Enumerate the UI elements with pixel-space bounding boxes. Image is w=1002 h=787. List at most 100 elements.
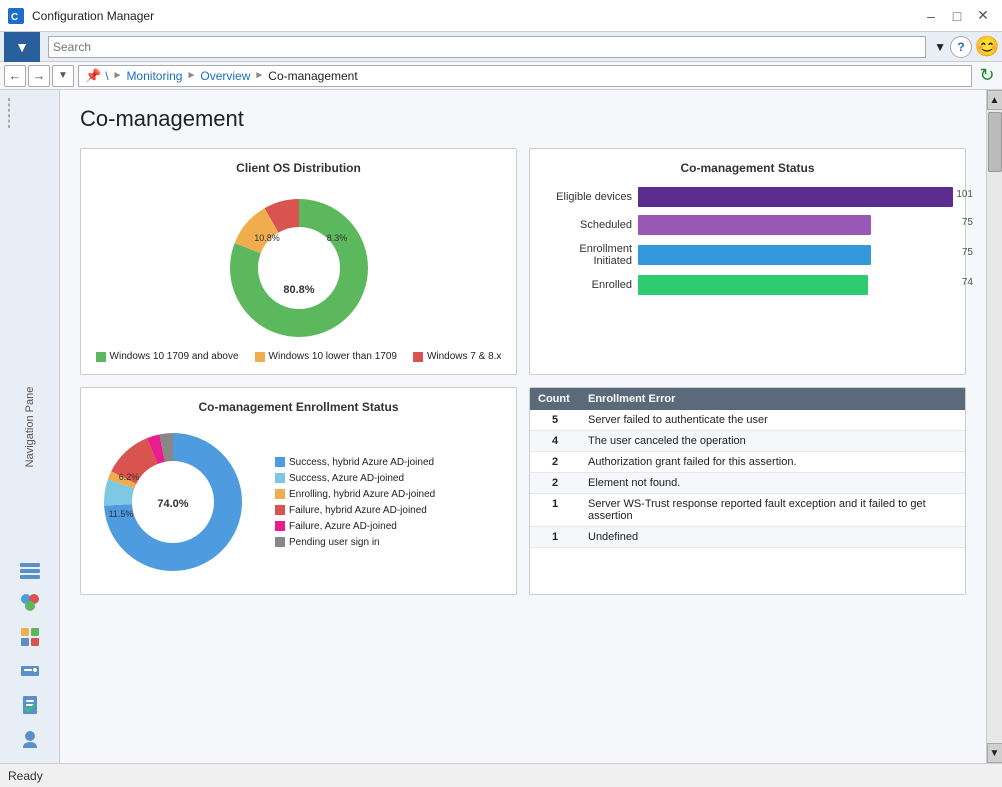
breadcrumb-sep-1: ► (113, 70, 123, 81)
refresh-button[interactable]: ↻ (976, 65, 998, 87)
back-button[interactable]: ← (4, 65, 26, 87)
bar-fill-eligible (638, 187, 953, 207)
error-desc-6: Undefined (580, 527, 965, 548)
breadcrumb-monitoring[interactable]: Monitoring (126, 69, 182, 83)
legend-label-win10-below: Windows 10 lower than 1709 (269, 351, 397, 362)
svg-text:C: C (11, 12, 18, 23)
close-button[interactable]: ✕ (972, 7, 994, 25)
content-row: Co-management Client OS Distribution (60, 90, 1002, 763)
search-input[interactable] (53, 40, 921, 54)
comanagement-status-card: Co-management Status Eligible devices 10… (529, 148, 966, 375)
legend-dot-pending-signin (275, 537, 285, 547)
legend-dot-success-hybrid (275, 457, 285, 467)
dashboard-grid: Client OS Distribution 80.8% (80, 148, 966, 595)
page-title: Co-management (80, 106, 966, 132)
comanagement-status-title: Co-management Status (542, 161, 953, 175)
bar-row-enrolled: Enrolled 74 (542, 275, 953, 295)
error-table-header-error: Enrollment Error (580, 388, 965, 410)
client-os-donut-container: 80.8% 10.8% 8.3% Windows 10 1709 and abo… (93, 183, 504, 362)
enrollment-status-title: Co-management Enrollment Status (93, 400, 504, 414)
nav-icon-4[interactable] (14, 657, 46, 685)
legend-success-azure: Success, Azure AD-joined (275, 473, 435, 484)
bar-fill-scheduled (638, 215, 871, 235)
app-icon: C (8, 8, 24, 24)
nav-icon-1[interactable] (14, 555, 46, 583)
legend-label-failure-azure: Failure, Azure AD-joined (289, 521, 397, 532)
status-bar: Ready (0, 763, 1002, 787)
toolbar-blue-area: ▼ (4, 32, 40, 62)
nav-icon-6[interactable] (14, 725, 46, 753)
forward-button[interactable]: → (28, 65, 50, 87)
search-area[interactable] (48, 36, 926, 58)
pin-icon: 📌 (85, 68, 101, 84)
maximize-button[interactable]: □ (946, 7, 968, 25)
bar-row-enrollment-initiated: EnrollmentInitiated 75 (542, 243, 953, 267)
nav-icons (14, 555, 46, 753)
breadcrumb-overview[interactable]: Overview (200, 69, 250, 83)
svg-text:6.2%: 6.2% (119, 472, 140, 482)
table-row[interactable]: 1 Undefined (530, 527, 965, 548)
error-count-2: 4 (530, 431, 580, 452)
table-row[interactable]: 4 The user canceled the operation (530, 431, 965, 452)
table-row[interactable]: 2 Authorization grant failed for this as… (530, 452, 965, 473)
legend-label-success-hybrid: Success, hybrid Azure AD-joined (289, 457, 434, 468)
bar-fill-enrolled (638, 275, 868, 295)
legend-win10-below: Windows 10 lower than 1709 (255, 351, 397, 362)
error-desc-5: Server WS-Trust response reported fault … (580, 494, 965, 527)
minimize-button[interactable]: – (920, 7, 942, 25)
bar-value-enrollment-initiated: 75 (962, 247, 973, 258)
table-row[interactable]: 1 Server WS-Trust response reported faul… (530, 494, 965, 527)
window-title: Configuration Manager (32, 9, 912, 23)
bar-value-enrolled: 74 (962, 277, 973, 288)
legend-label-failure-hybrid: Failure, hybrid Azure AD-joined (289, 505, 427, 516)
error-count-3: 2 (530, 452, 580, 473)
dropdown-arrow-icon[interactable]: ▼ (934, 40, 946, 54)
title-bar: C Configuration Manager – □ ✕ (0, 0, 1002, 32)
scroll-thumb[interactable] (988, 112, 1002, 172)
main-layout: Navigation Pane Co-management (0, 90, 1002, 763)
bar-fill-enrollment-initiated (638, 245, 871, 265)
error-table-header-row: Count Enrollment Error (530, 388, 965, 410)
legend-label-success-azure: Success, Azure AD-joined (289, 473, 404, 484)
table-row[interactable]: 2 Element not found. (530, 473, 965, 494)
toolbar-icons: ▼ ? 😊 (934, 36, 998, 58)
scroll-up-button[interactable]: ▲ (987, 90, 1002, 110)
nav-dropdown-button[interactable]: ▼ (52, 65, 74, 87)
legend-failure-azure: Failure, Azure AD-joined (275, 521, 435, 532)
help-button[interactable]: ? (950, 36, 972, 58)
enrollment-chart-container: 74.0% 6.2% 11.5% Success, hybrid Azure A… (93, 422, 504, 582)
breadcrumb-path: 📌 \ ► Monitoring ► Overview ► Co-managem… (78, 65, 972, 87)
nav-icon-3[interactable] (14, 623, 46, 651)
table-row[interactable]: 5 Server failed to authenticate the user (530, 410, 965, 431)
error-count-4: 2 (530, 473, 580, 494)
client-os-distribution-card: Client OS Distribution 80.8% (80, 148, 517, 375)
svg-text:80.8%: 80.8% (283, 284, 314, 296)
legend-win7: Windows 7 & 8.x (413, 351, 501, 362)
legend-dot-yellow (255, 352, 265, 362)
nav-icon-2[interactable] (14, 589, 46, 617)
svg-text:8.3%: 8.3% (326, 233, 347, 243)
bar-track-enrollment-initiated: 75 (638, 245, 953, 265)
bar-track-eligible: 101 (638, 187, 953, 207)
user-icon[interactable]: 😊 (976, 36, 998, 58)
bar-track-scheduled: 75 (638, 215, 953, 235)
bar-label-enrolled: Enrolled (542, 279, 632, 291)
legend-label-win10-above: Windows 10 1709 and above (110, 351, 239, 362)
breadcrumb-root[interactable]: \ (105, 69, 108, 83)
legend-dot-enrolling-hybrid (275, 489, 285, 499)
error-count-5: 1 (530, 494, 580, 527)
error-count-1: 5 (530, 410, 580, 431)
legend-dot-red (413, 352, 423, 362)
legend-label-pending-signin: Pending user sign in (289, 537, 380, 548)
enrollment-status-card: Co-management Enrollment Status (80, 387, 517, 595)
svg-text:10.8%: 10.8% (254, 233, 280, 243)
bar-value-eligible: 101 (956, 189, 973, 200)
nav-icon-5[interactable] (14, 691, 46, 719)
error-count-6: 1 (530, 527, 580, 548)
bar-value-scheduled: 75 (962, 217, 973, 228)
legend-enrolling-hybrid: Enrolling, hybrid Azure AD-joined (275, 489, 435, 500)
bar-label-scheduled: Scheduled (542, 219, 632, 231)
bar-label-eligible: Eligible devices (542, 191, 632, 203)
scroll-down-button[interactable]: ▼ (987, 743, 1002, 763)
bar-row-eligible: Eligible devices 101 (542, 187, 953, 207)
